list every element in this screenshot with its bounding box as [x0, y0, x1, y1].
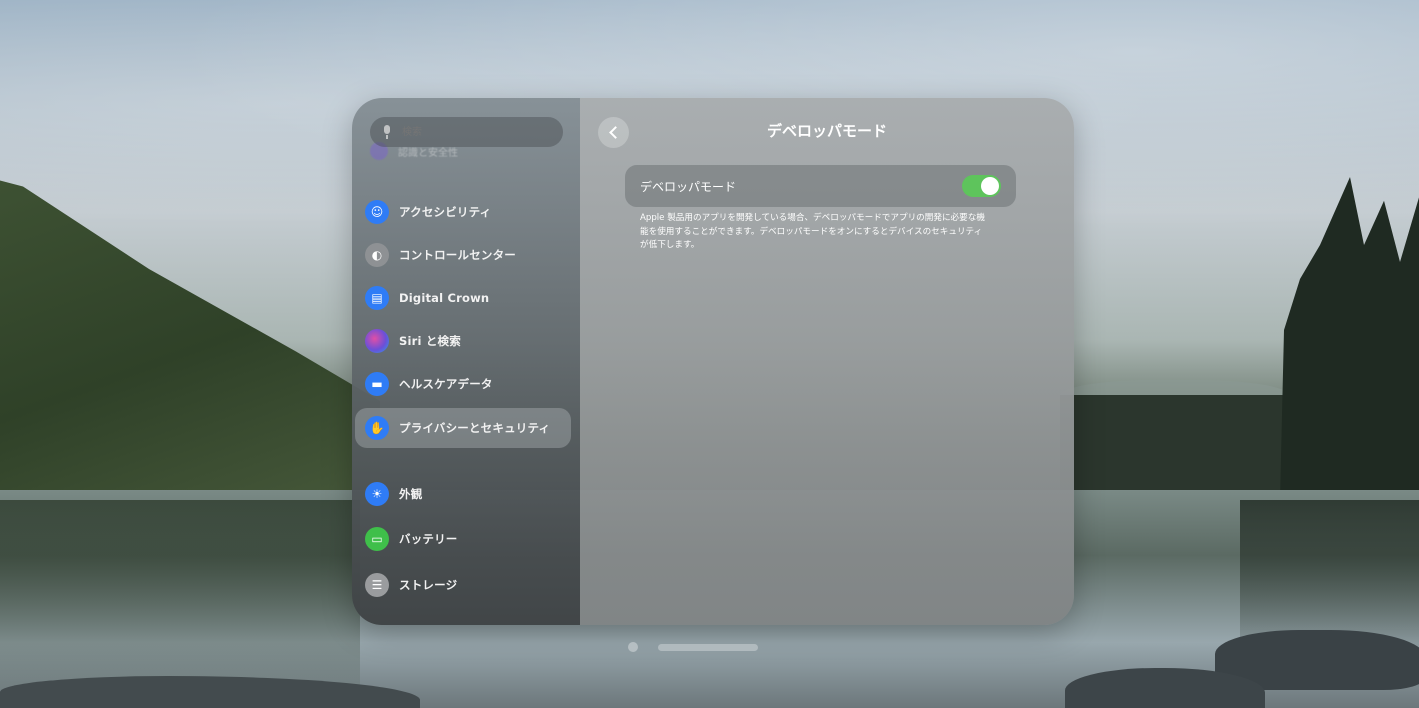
sidebar: 認識と安全性 ☺ アクセシビリティ ◐ コントロールセンター ▤ Digital… [352, 98, 580, 625]
sidebar-item-appearance[interactable]: ☀ 外観 [355, 474, 571, 514]
accessibility-icon: ☺ [365, 200, 389, 224]
sidebar-item-label: Digital Crown [399, 291, 490, 305]
sidebar-item-label: ヘルスケアデータ [399, 377, 493, 391]
detail-pane: デベロッパモード デベロッパモード Apple 製品用のアプリを開発している場合… [580, 98, 1074, 625]
sidebar-item-privacy-security[interactable]: ✋ プライバシーとセキュリティ [355, 408, 571, 448]
control-center-icon: ◐ [365, 243, 389, 267]
developer-mode-label: デベロッパモード [640, 180, 737, 194]
privacy-hand-icon: ✋ [365, 416, 389, 440]
page-title: デベロッパモード [766, 122, 887, 140]
search-field[interactable] [370, 117, 563, 147]
appearance-icon: ☀ [365, 482, 389, 506]
sidebar-item-label: アクセシビリティ [399, 205, 492, 219]
developer-mode-row: デベロッパモード [625, 165, 1016, 207]
health-data-icon: ▬ [365, 372, 389, 396]
search-input[interactable] [400, 125, 554, 139]
sidebar-item-storage[interactable]: ☰ ストレージ [355, 565, 571, 605]
developer-mode-description: Apple 製品用のアプリを開発している場合、デベロッパモードでアプリの開発に必… [640, 212, 998, 253]
sidebar-item-control-center[interactable]: ◐ コントロールセンター [355, 235, 571, 275]
digital-crown-icon: ▤ [365, 286, 389, 310]
sidebar-item-battery[interactable]: ▭ バッテリー [355, 519, 571, 559]
sidebar-item-label: コントロールセンター [399, 248, 516, 262]
settings-window: 認識と安全性 ☺ アクセシビリティ ◐ コントロールセンター ▤ Digital… [352, 98, 1074, 625]
sidebar-item-label: 外観 [399, 487, 423, 501]
window-drag-bar[interactable] [658, 643, 758, 651]
sidebar-item-accessibility[interactable]: ☺ アクセシビリティ [355, 192, 571, 232]
microphone-icon[interactable] [382, 125, 392, 139]
lake-reflection-left [0, 500, 360, 690]
close-dot[interactable] [628, 642, 638, 652]
lake-reflection-right [1240, 500, 1419, 650]
sidebar-item-siri[interactable]: Siri と検索 [355, 321, 571, 361]
sidebar-item-health-data[interactable]: ▬ ヘルスケアデータ [355, 364, 571, 404]
battery-icon: ▭ [365, 527, 389, 551]
sidebar-item-label: バッテリー [399, 532, 458, 546]
sidebar-item-label: ストレージ [399, 578, 458, 592]
window-controls [628, 642, 758, 652]
sidebar-item-label: プライバシーとセキュリティ [399, 421, 551, 435]
toggle-knob [981, 177, 999, 195]
developer-mode-toggle[interactable] [962, 175, 1001, 197]
sidebar-item-label: Siri と検索 [399, 334, 461, 348]
description-line: Apple 製品用のアプリを開発している場合、デベロッパモードでアプリの開発に必… [640, 213, 985, 223]
siri-icon [365, 329, 389, 353]
description-line: 能を使用することができます。デベロッパモードをオンにするとデバイスのセキュリティ [640, 226, 983, 237]
sidebar-item-digital-crown[interactable]: ▤ Digital Crown [355, 278, 571, 318]
description-line: が低下します。 [640, 240, 700, 250]
storage-icon: ☰ [365, 573, 389, 597]
